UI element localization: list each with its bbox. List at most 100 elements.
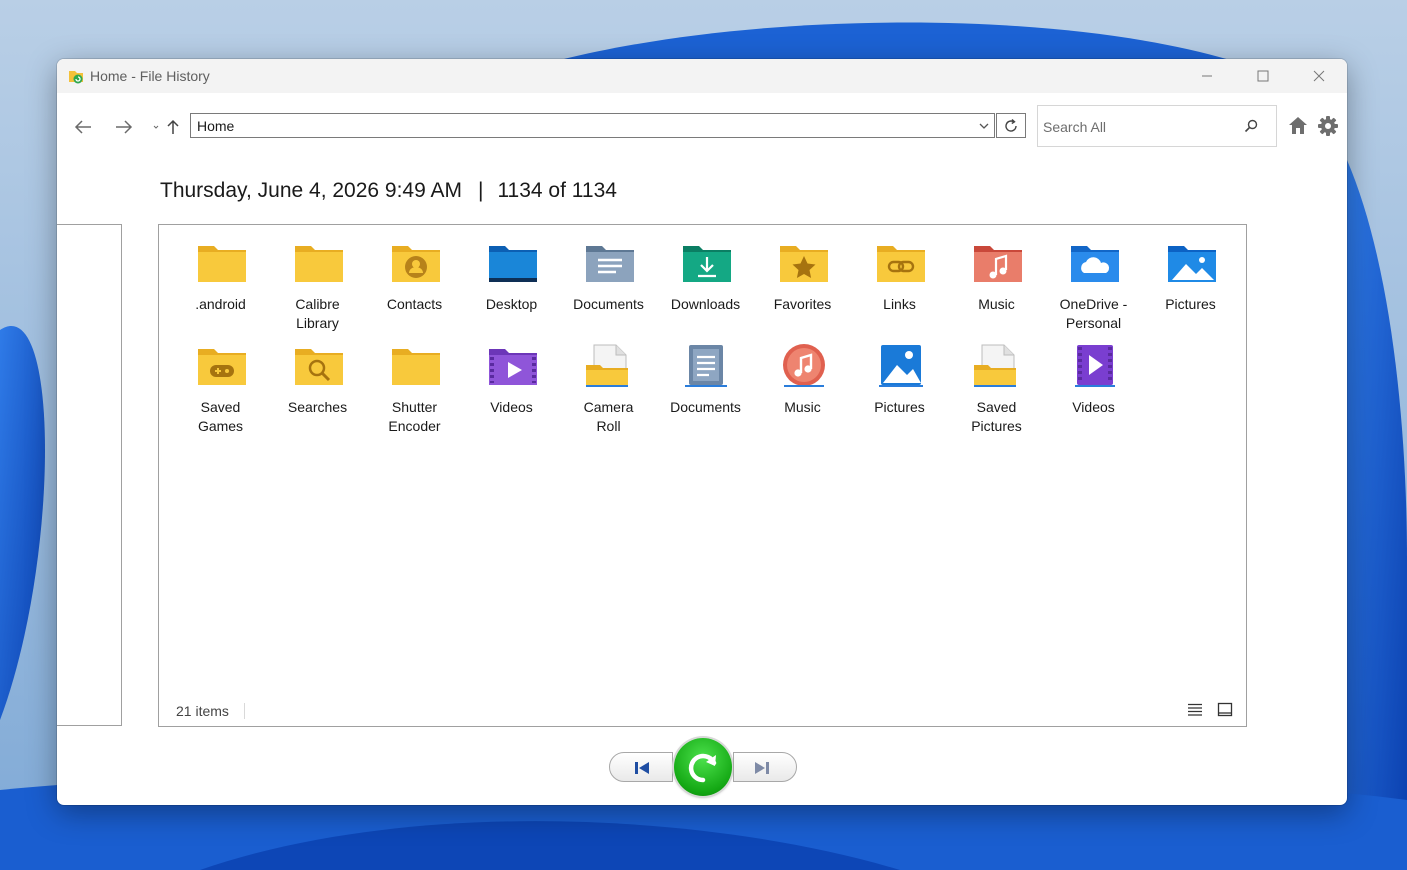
folder-item-label: Desktop	[463, 295, 560, 314]
refresh-button[interactable]	[996, 113, 1026, 138]
downloads-folder-icon	[683, 246, 731, 282]
folder-item-label: Searches	[269, 398, 366, 417]
search-icon[interactable]	[1244, 119, 1258, 133]
folder-item-label-line1: Videos	[1072, 399, 1115, 415]
folder-item[interactable]: Music	[754, 329, 851, 429]
home-button[interactable]	[1287, 115, 1309, 137]
folder-item[interactable]: .android	[172, 226, 269, 326]
close-button[interactable]	[1291, 59, 1347, 93]
camera-roll-library-icon	[586, 344, 628, 387]
folder-item[interactable]: Links	[851, 226, 948, 326]
folder-item[interactable]: OneDrive - Personal	[1045, 226, 1142, 331]
searches-folder-icon	[295, 349, 343, 385]
backup-date: Thursday, June 4, 2026 9:49 AM	[160, 179, 462, 202]
folder-item[interactable]: Downloads	[657, 226, 754, 326]
folder-item[interactable]: Searches	[269, 329, 366, 429]
folder-item-label: Pictures	[851, 398, 948, 417]
folder-item-label-line2: Encoder	[388, 418, 441, 434]
file-view-pane: .android Calibre Library Contacts Desktop Doc…	[158, 224, 1247, 727]
back-button[interactable]	[71, 117, 95, 137]
playback-controls	[609, 737, 799, 797]
folder-item-label-line1: Saved	[200, 399, 241, 415]
saved-games-folder-icon	[198, 349, 246, 385]
folder-item-label-line1: Contacts	[386, 296, 443, 312]
folder-item[interactable]: Favorites	[754, 226, 851, 326]
details-view-button[interactable]	[1186, 701, 1206, 719]
backup-date-line: Thursday, June 4, 2026 9:49 AM | 1134 of 1…	[160, 179, 617, 203]
large-icons-view-button[interactable]	[1216, 701, 1236, 719]
folder-item[interactable]: Contacts	[366, 226, 463, 326]
up-button[interactable]	[163, 117, 183, 137]
file-history-app-icon	[69, 71, 83, 84]
folder-item[interactable]: Videos	[1045, 329, 1142, 429]
folder-item[interactable]: Videos	[463, 329, 560, 429]
folder-item-label-line1: Pictures	[1165, 296, 1216, 312]
minimize-button[interactable]	[1179, 59, 1235, 93]
folder-item[interactable]: Documents	[560, 226, 657, 326]
settings-button[interactable]	[1317, 115, 1339, 137]
folder-item-label-line2: Games	[197, 418, 244, 434]
folder-item-label-line1: Camera	[583, 399, 634, 415]
chevron-down-icon[interactable]	[978, 121, 990, 131]
forward-button[interactable]	[112, 117, 136, 137]
folder-item-label-line2: Pictures	[971, 418, 1022, 434]
folder-item[interactable]: Calibre Library	[269, 226, 366, 331]
saved-pictures-library-icon	[974, 344, 1016, 387]
folder-item[interactable]: Desktop	[463, 226, 560, 326]
arrow-right-icon	[116, 120, 133, 134]
pictures-library-icon	[879, 345, 923, 387]
address-bar[interactable]: Home	[190, 113, 995, 138]
search-input[interactable]: Search All	[1043, 119, 1106, 135]
folder-item[interactable]: Shutter Encoder	[366, 329, 463, 434]
folder-item-label: Contacts	[366, 295, 463, 314]
folder-item-label: Pictures	[1142, 295, 1239, 314]
folder-item-label-line1: Desktop	[485, 296, 538, 312]
folder-item-label-line1: Documents	[573, 296, 644, 312]
folder-item-label: .android	[172, 295, 269, 314]
music-folder-icon	[974, 246, 1022, 282]
next-version-button[interactable]	[733, 752, 797, 782]
chevron-down-small-icon	[153, 125, 159, 129]
maximize-icon	[1257, 70, 1269, 82]
title-bar[interactable]: Home - File History	[57, 59, 1347, 93]
skip-previous-icon	[635, 762, 649, 774]
skip-next-icon	[755, 762, 769, 774]
folder-item-label-line1: Saved	[976, 399, 1017, 415]
large-icons-view-icon	[1217, 702, 1233, 717]
search-box[interactable]: Search All	[1037, 105, 1277, 147]
refresh-icon	[1005, 118, 1017, 132]
minimize-icon	[1202, 75, 1212, 77]
folder-item-label-line1: Documents	[670, 399, 741, 415]
folder-item[interactable]: Camera Roll	[560, 329, 657, 434]
folder-icon	[198, 246, 246, 282]
folder-item[interactable]: Pictures	[1142, 226, 1239, 326]
folder-item-label: Shutter Encoder	[366, 398, 463, 436]
previous-version-pane[interactable]	[57, 224, 122, 726]
backup-position: 1134 of 1134	[497, 179, 617, 202]
folder-item[interactable]: Saved Games	[172, 329, 269, 434]
folder-item-label-line1: .android	[195, 296, 246, 312]
folder-item-label-line1: Calibre	[295, 296, 340, 312]
videos-folder-icon	[489, 349, 537, 385]
previous-version-button[interactable]	[609, 752, 673, 782]
folder-item-label-line1: Downloads	[670, 296, 741, 312]
folder-item-label: Saved Pictures	[948, 398, 1045, 436]
folder-item-label: Documents	[560, 295, 657, 314]
restore-button[interactable]	[674, 738, 732, 796]
folder-item[interactable]: Documents	[657, 329, 754, 429]
documents-folder-icon	[586, 246, 634, 282]
maximize-button[interactable]	[1235, 59, 1291, 93]
item-count: 21 items	[176, 703, 229, 719]
arrow-left-icon	[74, 120, 91, 134]
folder-item[interactable]: Saved Pictures	[948, 329, 1045, 434]
folder-item-label-line1: Shutter	[391, 399, 438, 415]
restore-icon	[688, 753, 717, 783]
recent-locations-button[interactable]	[151, 117, 161, 137]
folder-item[interactable]: Music	[948, 226, 1045, 326]
folder-item[interactable]: Pictures	[851, 329, 948, 429]
folder-item-label: Downloads	[657, 295, 754, 314]
folder-item-label: Music	[754, 398, 851, 417]
folder-item-label: Documents	[657, 398, 754, 417]
folder-item-label: Favorites	[754, 295, 851, 314]
folder-item-label-line1: Videos	[490, 399, 533, 415]
